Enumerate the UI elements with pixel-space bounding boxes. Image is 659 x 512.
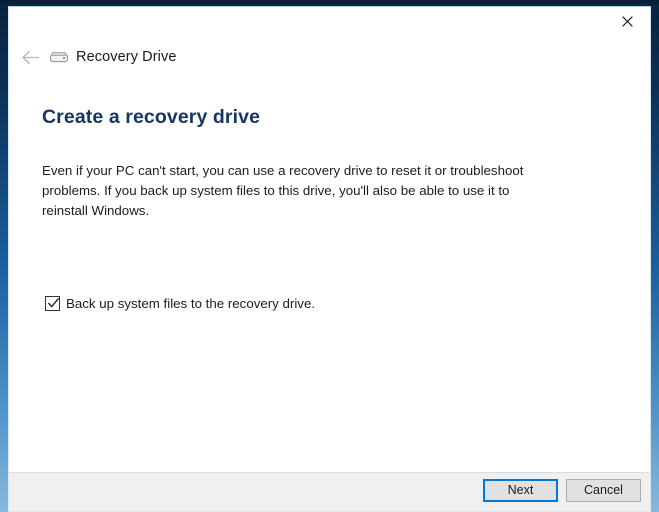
back-arrow-icon[interactable] — [13, 45, 47, 69]
backup-system-files-checkbox[interactable] — [45, 296, 60, 311]
backup-system-files-label: Back up system files to the recovery dri… — [66, 296, 316, 311]
drive-icon — [49, 47, 69, 67]
page-description: Even if your PC can't start, you can use… — [42, 163, 524, 219]
next-button[interactable]: Next — [483, 479, 558, 502]
window-titlebar[interactable] — [9, 7, 650, 38]
check-icon — [48, 298, 59, 308]
recovery-drive-window: Recovery Drive Create a recovery drive E… — [8, 6, 651, 512]
dialog-footer: Next Cancel — [9, 472, 650, 511]
dialog-footer-buttons: Next Cancel — [483, 479, 641, 502]
app-title: Recovery Drive — [76, 49, 177, 65]
close-icon[interactable] — [605, 7, 650, 36]
page-title: Create a recovery drive — [42, 106, 261, 129]
backup-system-files-row[interactable]: Back up system files to the recovery dri… — [45, 296, 315, 311]
window-nav-row: Recovery Drive — [9, 45, 177, 69]
cancel-button[interactable]: Cancel — [566, 479, 641, 502]
